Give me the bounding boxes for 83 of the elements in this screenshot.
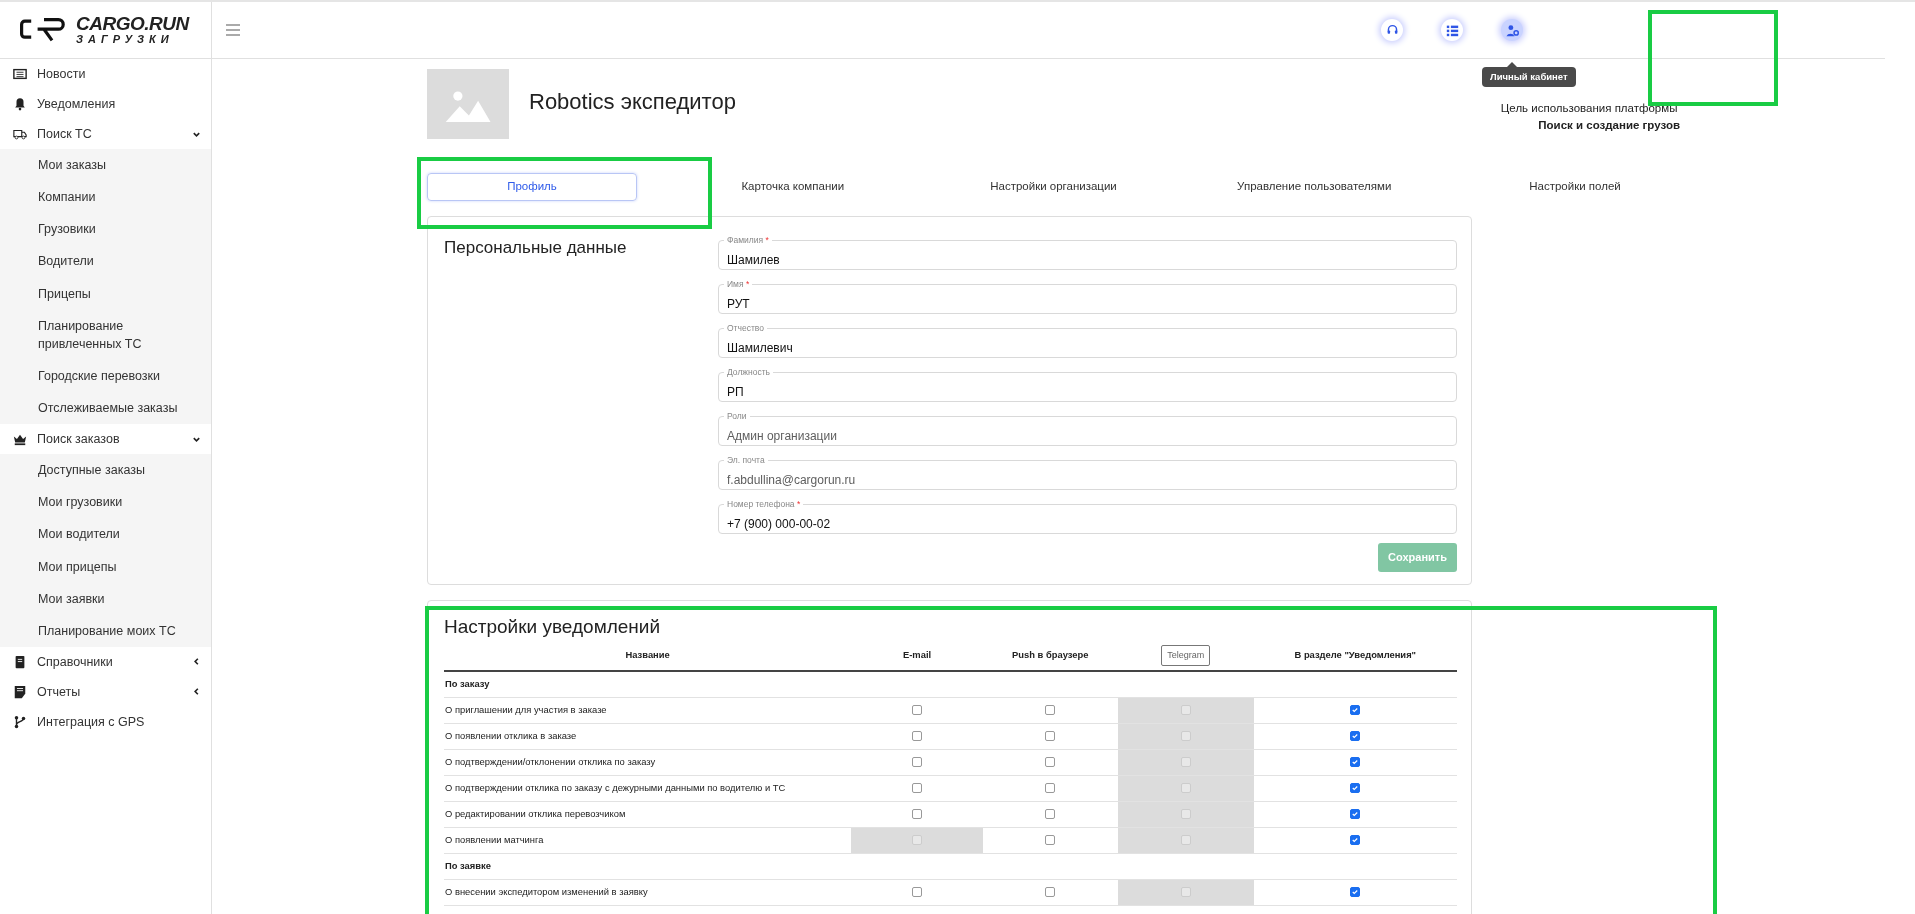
group-label: По заказу	[444, 671, 1457, 697]
column-header: Push в браузере	[982, 641, 1118, 671]
sidebar-subitem[interactable]: Грузовики	[0, 213, 211, 246]
tab[interactable]: Карточка компании	[687, 173, 898, 201]
checkbox[interactable]	[912, 705, 923, 716]
header-button[interactable]	[1441, 19, 1463, 41]
sidebar-subitem[interactable]: Мои прицепы	[0, 550, 211, 583]
section-title: Настройки уведомлений	[444, 614, 662, 639]
sidebar-subitem[interactable]: Прицепы	[0, 277, 211, 310]
sidebar-item[interactable]: Уведомления	[0, 89, 211, 119]
checkbox[interactable]	[912, 783, 923, 794]
checkbox[interactable]	[1045, 731, 1056, 742]
table-cell: О появлении матчинга	[444, 827, 852, 853]
checkbox[interactable]	[1350, 835, 1361, 846]
checkbox[interactable]	[1045, 783, 1056, 794]
sidebar-subitem[interactable]: Доступные заказы	[0, 454, 211, 487]
user-gear-icon	[1505, 23, 1519, 37]
sidebar-subitem[interactable]: Планирование привлеченных ТС	[0, 309, 211, 360]
table-cell: О внесении экспедитором изменений в заявку	[444, 879, 852, 905]
sidebar-subitem[interactable]: Мои заказы	[0, 149, 211, 182]
tab[interactable]: Профиль	[427, 173, 637, 201]
sidebar-subitem[interactable]: Водители	[0, 245, 211, 278]
sidebar-subitem[interactable]: Отслеживаемые заказы	[0, 392, 211, 425]
tab[interactable]: Настройки полей	[1470, 173, 1680, 201]
checkbox[interactable]	[1045, 887, 1056, 898]
purpose-value: Поиск и создание грузов	[1537, 118, 1680, 134]
table-cell: О приглашении для участия в заказе	[444, 697, 852, 723]
tab[interactable]: Настройки организации	[948, 173, 1159, 201]
newspaper-icon	[13, 67, 27, 81]
crown-icon	[13, 432, 27, 447]
checkbox[interactable]	[912, 887, 923, 898]
sidebar-item[interactable]: Интеграция с GPS	[0, 706, 211, 737]
sidebar-item[interactable]: Отчеты	[0, 676, 211, 707]
section-title: Персональные данные	[444, 237, 628, 259]
sidebar-subitem[interactable]: Мои грузовики	[0, 486, 211, 519]
purpose-label: Цель использования платформы	[1499, 101, 1679, 116]
tab[interactable]: Управление пользователями	[1209, 173, 1420, 201]
checkbox[interactable]	[1350, 731, 1361, 742]
checkbox[interactable]	[912, 809, 923, 820]
sidebar-item[interactable]: Новости	[0, 59, 211, 89]
checkbox[interactable]	[1350, 809, 1361, 820]
grid-icon	[1445, 23, 1459, 37]
group-label: По заявке	[444, 853, 1457, 879]
checkbox[interactable]	[1350, 783, 1361, 794]
logo-subtitle: ЗАГРУЗКИ	[76, 33, 175, 46]
tooltip: Личный кабинет	[1482, 67, 1576, 88]
branch-icon	[13, 714, 27, 729]
checkbox[interactable]	[912, 757, 923, 768]
header-button[interactable]	[1381, 19, 1403, 41]
checkbox[interactable]	[912, 731, 923, 742]
headset-icon	[1385, 23, 1399, 37]
logo-icon	[20, 17, 68, 43]
checkbox[interactable]	[1045, 835, 1056, 846]
sidebar-item[interactable]: Справочники	[0, 646, 211, 677]
checkbox[interactable]	[1045, 757, 1056, 768]
table-cell: О подтверждении отклика по заказу с дежурными данными по водителю и ТС	[444, 775, 852, 801]
checkbox[interactable]	[1045, 809, 1056, 820]
checkbox[interactable]	[1350, 887, 1361, 898]
checkbox[interactable]	[1350, 705, 1361, 716]
report-icon	[13, 684, 27, 699]
telegram-button[interactable]: Telegram	[1161, 644, 1211, 667]
sidebar-item[interactable]: Поиск заказов	[0, 424, 211, 455]
company-title: Robotics экспедитор	[529, 88, 736, 116]
column-header: В разделе "Уведомления"	[1253, 641, 1457, 671]
logo-text: CARGO.RUN	[76, 14, 189, 34]
sidebar-subitem[interactable]: Компании	[0, 181, 211, 214]
sidebar-item[interactable]: Поиск ТС	[0, 119, 211, 149]
book-icon	[13, 654, 27, 669]
sidebar-subitem[interactable]: Мои заявки	[0, 582, 211, 615]
sidebar-subitem[interactable]: Планирование моих ТС	[0, 614, 211, 647]
menu-icon	[226, 24, 240, 36]
sidebar-subitem[interactable]: Мои водители	[0, 518, 211, 551]
checkbox[interactable]	[1045, 705, 1056, 716]
table-cell: О появлении отклика в заказе	[444, 723, 852, 749]
table-cell: О редактировании отклика перевозчиком	[444, 801, 852, 827]
header-button[interactable]	[1501, 19, 1523, 41]
sidebar-subitem[interactable]: Городские перевозки	[0, 359, 211, 392]
table-cell: О подтверждении/отклонении отклика по заказу	[444, 749, 852, 775]
truck-icon	[13, 127, 27, 141]
bell-icon	[13, 97, 27, 111]
column-header: Название	[444, 641, 852, 671]
checkbox[interactable]	[1350, 757, 1361, 768]
column-header: E-mail	[851, 641, 983, 671]
